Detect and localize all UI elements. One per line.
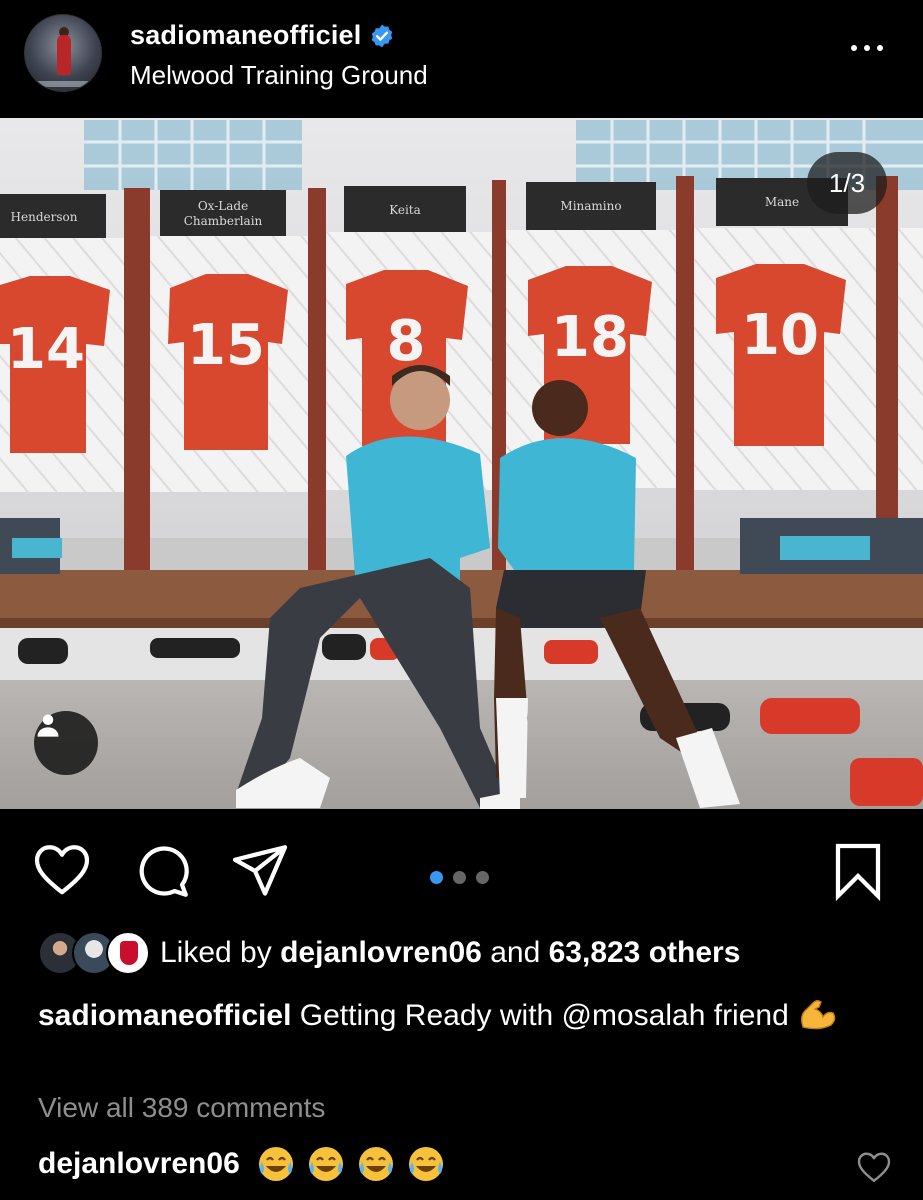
svg-text:Henderson: Henderson [11, 210, 78, 224]
carousel-counter: 1/3 [807, 152, 887, 214]
likes-count[interactable]: 63,823 others [549, 936, 741, 969]
svg-text:15: 15 [187, 313, 265, 378]
svg-text:14: 14 [7, 317, 85, 382]
svg-text:18: 18 [551, 305, 629, 370]
svg-text:Keita: Keita [389, 203, 421, 217]
bookmark-icon[interactable] [828, 841, 888, 901]
likes-text: Liked by dejanlovren06 and 63,823 others [160, 936, 740, 970]
person-icon [37, 714, 59, 737]
post-caption: sadiomaneofficiel Getting Ready with @mo… [38, 996, 898, 1036]
post-photo[interactable]: Henderson Ox-Lade Chamberlain Keita Minam… [0, 118, 923, 809]
view-all-comments-link[interactable]: View all 389 comments [38, 1092, 325, 1124]
liker-avatar [106, 931, 150, 975]
comment-row: dejanlovren06 [38, 1144, 446, 1184]
share-icon[interactable] [230, 841, 290, 901]
carousel-indicator [430, 871, 489, 884]
svg-text:Mane: Mane [765, 195, 799, 209]
svg-text:Chamberlain: Chamberlain [184, 214, 263, 228]
carousel-dot [453, 871, 466, 884]
svg-text:8: 8 [387, 309, 426, 374]
more-options-icon[interactable] [851, 45, 883, 53]
avatar-figure [57, 35, 71, 75]
profile-avatar[interactable] [24, 14, 102, 92]
username[interactable]: sadiomaneofficiel [130, 20, 361, 51]
tears-of-joy-icon [408, 1147, 443, 1181]
carousel-dot-active [430, 871, 443, 884]
comment-like-heart-icon[interactable] [856, 1150, 892, 1186]
heart-icon[interactable] [32, 841, 92, 901]
caption-text: Getting Ready with @mosalah friend [299, 999, 789, 1032]
likes-prefix: Liked by [160, 936, 272, 969]
svg-text:10: 10 [741, 303, 819, 368]
post-header: sadiomaneofficiel Melwood Training Groun… [0, 0, 923, 118]
tears-of-joy-icon [358, 1147, 393, 1181]
avatar-banner [31, 81, 97, 87]
username-row[interactable]: sadiomaneofficiel [130, 20, 395, 51]
action-bar [0, 809, 923, 919]
comment-username[interactable]: dejanlovren06 [38, 1147, 240, 1181]
location-link[interactable]: Melwood Training Ground [130, 60, 428, 91]
flexed-biceps-icon [801, 1000, 836, 1030]
svg-text:Minamino: Minamino [560, 199, 621, 213]
verified-badge-icon [372, 24, 393, 47]
tagged-users-button[interactable] [34, 711, 98, 775]
comment-icon[interactable] [132, 841, 192, 901]
comment-emojis [256, 1144, 446, 1184]
liker-username[interactable]: dejanlovren06 [280, 936, 482, 969]
liker-avatars[interactable] [38, 931, 150, 975]
carousel-dot [476, 871, 489, 884]
caption-username[interactable]: sadiomaneofficiel [38, 999, 291, 1032]
tears-of-joy-icon [258, 1147, 293, 1181]
club-crest-icon [120, 941, 138, 965]
locker-room-photo: Henderson Ox-LadeChamberlain Keita Minam… [0, 118, 923, 809]
likes-row[interactable]: Liked by dejanlovren06 and 63,823 others [38, 930, 740, 976]
tears-of-joy-icon [308, 1147, 343, 1181]
likes-middle: and [490, 936, 541, 969]
svg-text:Ox-Lade: Ox-Lade [198, 199, 248, 213]
